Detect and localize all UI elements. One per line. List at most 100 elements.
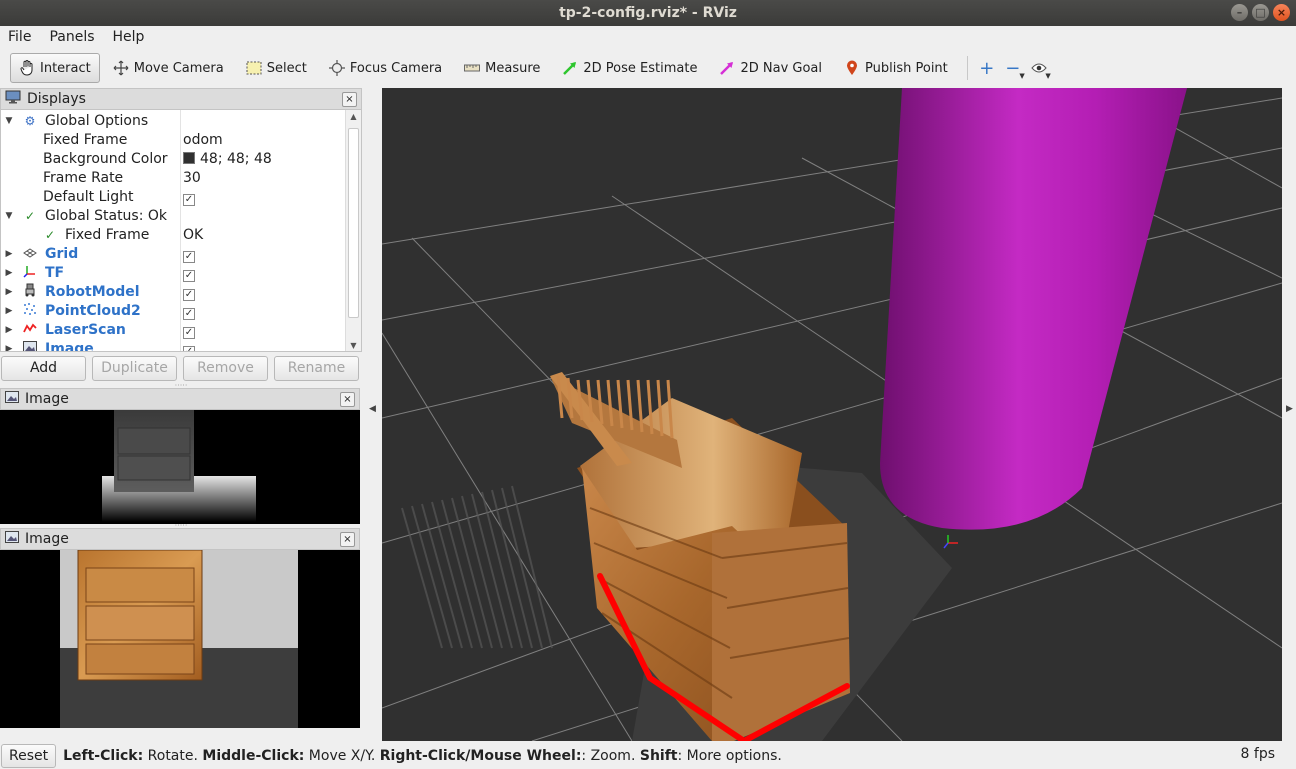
hint-key: Right-Click/Mouse Wheel: <box>379 748 582 764</box>
render-viewport[interactable] <box>382 88 1282 741</box>
view-eye-icon[interactable]: ▼ <box>1026 55 1052 81</box>
color-swatch <box>183 152 195 164</box>
tree-row-image[interactable]: ▶ Image ✓ <box>1 340 345 352</box>
display-laserscan-label: LaserScan <box>45 322 126 338</box>
close-panel-icon[interactable]: × <box>342 92 357 107</box>
tree-row-grid[interactable]: ▶ Grid ✓ <box>1 245 345 264</box>
hint-key: Middle-Click: <box>202 748 305 764</box>
image-panel-1-title: Image <box>25 391 69 407</box>
hint-text: : Zoom. <box>581 748 640 764</box>
tree-row-pointcloud2[interactable]: ▶ PointCloud2 ✓ <box>1 302 345 321</box>
displays-panel-header: Displays × <box>0 88 362 110</box>
scroll-down-icon[interactable]: ▼ <box>346 341 361 350</box>
window-title: tp-2-config.rviz* - RViz <box>559 5 737 21</box>
collapse-arrow-icon[interactable]: ▼ <box>4 207 14 226</box>
map-pin-icon <box>844 60 860 76</box>
menu-bar: File Panels Help <box>0 26 1296 48</box>
menu-help[interactable]: Help <box>113 29 145 45</box>
display-grid-label: Grid <box>45 246 79 262</box>
move-camera-icon <box>113 60 129 76</box>
scrollbar-thumb[interactable] <box>348 128 359 318</box>
tree-row-status-fixed-frame[interactable]: ✓ Fixed Frame OK <box>1 226 345 245</box>
point-cloud-icon <box>22 302 38 322</box>
rename-display-button: Rename <box>274 355 359 381</box>
maximize-icon[interactable]: □ <box>1252 4 1269 21</box>
displays-scrollbar[interactable]: ▲ ▼ <box>345 110 361 351</box>
tool-measure[interactable]: Measure <box>455 53 549 83</box>
collapse-right-dock-icon[interactable]: ▶ <box>1286 404 1293 414</box>
image-view-1 <box>0 410 360 524</box>
add-display-button[interactable]: Add <box>1 355 86 381</box>
displays-panel-title: Displays <box>27 91 86 107</box>
image-checkbox[interactable]: ✓ <box>183 346 195 351</box>
tool-focus-camera-label: Focus Camera <box>349 60 443 76</box>
display-image-label: Image <box>45 341 94 352</box>
minimize-icon[interactable]: – <box>1231 4 1248 21</box>
tool-2d-pose-estimate[interactable]: 2D Pose Estimate <box>553 53 706 83</box>
frame-rate-value[interactable]: 30 <box>183 169 201 188</box>
tf-axes-icon <box>22 264 38 284</box>
robotmodel-checkbox[interactable]: ✓ <box>183 289 195 301</box>
tree-row-tf[interactable]: ▶ TF ✓ <box>1 264 345 283</box>
checkmark-icon: ✓ <box>44 228 56 242</box>
image-icon <box>5 391 19 407</box>
tool-publish-point[interactable]: Publish Point <box>835 53 957 83</box>
collapse-left-dock-icon[interactable]: ◀ <box>369 404 376 414</box>
tree-row-background-color[interactable]: Background Color 48; 48; 48 <box>1 150 345 169</box>
monitor-icon <box>5 90 21 108</box>
expand-arrow-icon[interactable]: ▶ <box>4 283 14 302</box>
pointcloud2-checkbox[interactable]: ✓ <box>183 308 195 320</box>
tool-2d-pose-estimate-label: 2D Pose Estimate <box>583 60 698 76</box>
tree-row-frame-rate[interactable]: Frame Rate 30 <box>1 169 345 188</box>
add-tool-icon[interactable]: + <box>974 55 1000 81</box>
default-light-checkbox[interactable]: ✓ <box>183 194 195 206</box>
tree-row-robotmodel[interactable]: ▶ RobotModel ✓ <box>1 283 345 302</box>
ruler-icon <box>464 60 481 76</box>
duplicate-display-button: Duplicate <box>92 355 177 381</box>
select-icon <box>246 60 262 76</box>
close-panel-icon[interactable]: × <box>340 532 355 547</box>
reset-button[interactable]: Reset <box>1 744 57 768</box>
status-fixed-frame-label: Fixed Frame <box>65 227 150 243</box>
tool-focus-camera[interactable]: Focus Camera <box>320 53 451 83</box>
global-status-label: Global Status: Ok <box>45 208 168 224</box>
window-titlebar: tp-2-config.rviz* - RViz – □ × <box>0 0 1296 26</box>
fps-counter: 8 fps <box>1240 746 1275 762</box>
menu-file[interactable]: File <box>8 29 31 45</box>
displays-tree: ▼ ⚙ Global Options Fixed Frame odom Back… <box>0 110 362 352</box>
fixed-frame-label: Fixed Frame <box>43 132 128 148</box>
scroll-up-icon[interactable]: ▲ <box>346 112 361 121</box>
tool-interact[interactable]: Interact <box>10 53 100 83</box>
expand-arrow-icon[interactable]: ▶ <box>4 245 14 264</box>
collapse-arrow-icon[interactable]: ▼ <box>4 112 14 131</box>
grid-checkbox[interactable]: ✓ <box>183 251 195 263</box>
expand-arrow-icon[interactable]: ▶ <box>4 321 14 340</box>
menu-panels[interactable]: Panels <box>49 29 94 45</box>
display-tf-label: TF <box>45 265 65 281</box>
tree-row-default-light[interactable]: Default Light ✓ <box>1 188 345 207</box>
close-panel-icon[interactable]: × <box>340 392 355 407</box>
laserscan-checkbox[interactable]: ✓ <box>183 327 195 339</box>
image-icon <box>22 340 38 351</box>
left-dock: Displays × ▼ ⚙ Global Options Fixed Fram… <box>0 88 362 741</box>
tree-row-global-options[interactable]: ▼ ⚙ Global Options <box>1 112 345 131</box>
tree-row-fixed-frame[interactable]: Fixed Frame odom <box>1 131 345 150</box>
expand-arrow-icon[interactable]: ▶ <box>4 340 14 351</box>
remove-tool-icon[interactable]: − ▼ <box>1000 55 1026 81</box>
fixed-frame-value[interactable]: odom <box>183 131 223 150</box>
image-icon <box>5 531 19 547</box>
background-color-value[interactable]: 48; 48; 48 <box>183 150 272 169</box>
expand-arrow-icon[interactable]: ▶ <box>4 302 14 321</box>
tool-2d-nav-goal[interactable]: 2D Nav Goal <box>710 53 831 83</box>
tf-checkbox[interactable]: ✓ <box>183 270 195 282</box>
close-icon[interactable]: × <box>1273 4 1290 21</box>
remove-display-button: Remove <box>183 355 268 381</box>
tree-row-global-status[interactable]: ▼ ✓ Global Status: Ok <box>1 207 345 226</box>
tool-move-camera[interactable]: Move Camera <box>104 53 233 83</box>
tool-select[interactable]: Select <box>237 53 316 83</box>
tree-row-laserscan[interactable]: ▶ LaserScan ✓ <box>1 321 345 340</box>
toolbar: Interact Move Camera Select Focus Camera… <box>0 50 1296 86</box>
3d-scene[interactable] <box>382 88 1282 741</box>
expand-arrow-icon[interactable]: ▶ <box>4 264 14 283</box>
toolbar-separator <box>966 56 968 80</box>
